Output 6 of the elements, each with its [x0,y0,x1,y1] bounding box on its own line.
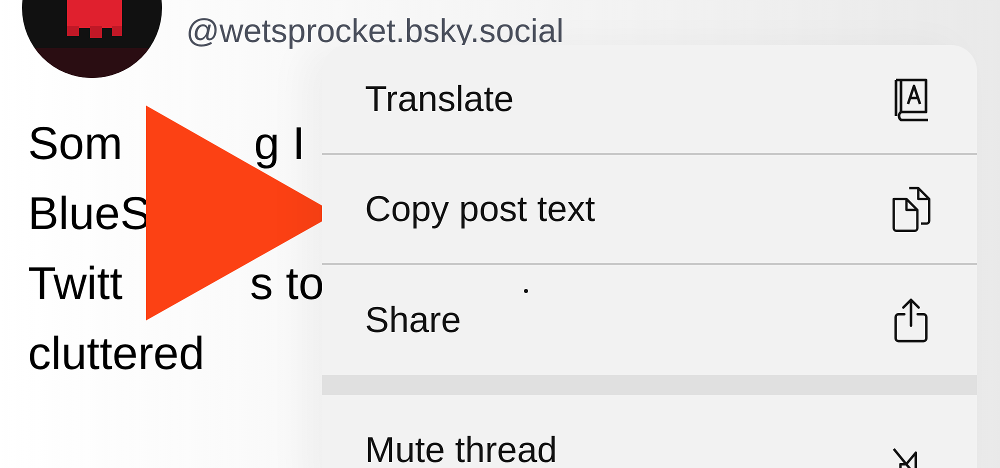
post-text: BlueS [28,186,151,241]
post-text: g I [254,116,306,171]
post-text: Som [28,116,123,171]
post-text: s to [250,256,324,311]
post-text: Twitt [28,256,123,311]
post-text: cluttered [28,326,204,381]
